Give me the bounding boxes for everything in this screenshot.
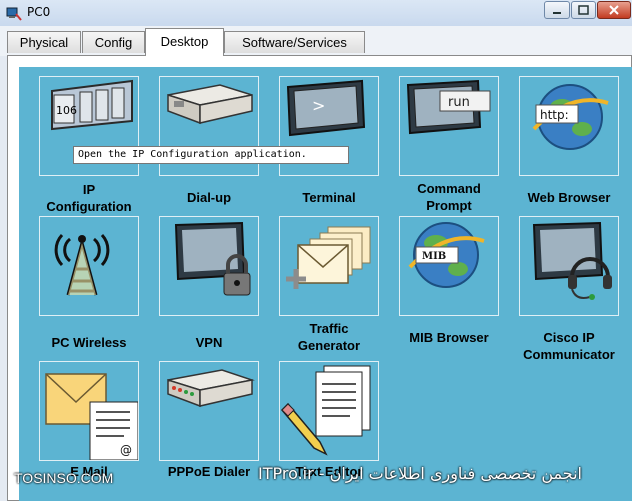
at-sign-text: @	[120, 443, 132, 457]
watermark-right-text: انجمن تخصصی فناوری اطلاعات ایران - ITPro…	[258, 464, 582, 483]
tab-bar: Physical Config Desktop Software/Service…	[0, 26, 632, 56]
maximize-icon	[578, 5, 589, 15]
packet-tracer-app-icon	[6, 7, 22, 21]
http-text: http:	[540, 108, 569, 122]
app-command-prompt[interactable]: run	[399, 76, 499, 176]
app-web-browser[interactable]: http:	[519, 76, 619, 176]
title-bar: PC0	[0, 0, 632, 26]
app-label-dial-up: Dial-up	[186, 190, 232, 205]
maximize-button[interactable]	[571, 1, 596, 19]
pppoe-modem-icon	[167, 369, 255, 408]
app-label-web-browser: Web Browser	[527, 190, 611, 205]
app-label-command-prompt: Command Prompt	[417, 181, 481, 213]
close-icon	[609, 5, 619, 15]
watermark: TOSINSO.COM انجمن تخصصی فناوری اطلاعات ا…	[0, 462, 632, 494]
app-label-mib-browser: MIB Browser	[409, 330, 489, 345]
app-pppoe-dialer[interactable]	[159, 361, 259, 461]
tab-config[interactable]: Config	[82, 31, 145, 53]
app-label-pc-wireless: PC Wireless	[51, 335, 127, 350]
ip-number-text: 106	[56, 104, 77, 117]
close-button[interactable]	[597, 1, 631, 19]
app-pc-wireless[interactable]	[39, 216, 139, 316]
app-label-terminal: Terminal	[302, 190, 356, 205]
terminal-prompt-text: >	[312, 96, 325, 115]
app-vpn[interactable]	[159, 216, 259, 316]
app-label-traffic-generator: Traffic Generator	[297, 321, 361, 353]
tab-software-services[interactable]: Software/Services	[224, 31, 365, 53]
app-label-cisco-ip-communicator: Cisco IP Communicator	[523, 330, 615, 362]
command-prompt-icon: run	[406, 79, 491, 135]
desktop-area: 106 IP Configuration Dial-up > Terminal …	[19, 67, 632, 501]
wireless-tower-icon	[54, 233, 110, 296]
pencil-document-icon	[280, 365, 371, 456]
app-text-editor[interactable]	[279, 361, 379, 461]
tab-physical[interactable]: Physical	[7, 31, 81, 53]
envelope-letter-icon: @	[45, 373, 138, 460]
watermark-left-text: TOSINSO.COM	[14, 470, 114, 486]
tooltip: Open the IP Configuration application.	[73, 146, 349, 164]
mib-globe-icon: MIB	[408, 222, 485, 288]
monitor-headset-icon	[532, 221, 612, 300]
app-cisco-ip-communicator[interactable]	[519, 216, 619, 316]
minimize-button[interactable]	[544, 1, 570, 19]
monitor-lock-icon	[174, 221, 251, 296]
app-traffic-generator[interactable]	[279, 216, 379, 316]
app-label-ip-configuration: IP Configuration	[46, 182, 132, 214]
envelopes-icon	[286, 226, 371, 289]
run-text: run	[448, 95, 470, 110]
minimize-icon	[553, 12, 561, 14]
globe-icon: http:	[532, 84, 609, 150]
app-email[interactable]: @	[39, 361, 139, 461]
app-mib-browser[interactable]: MIB	[399, 216, 499, 316]
mib-text: MIB	[422, 251, 446, 262]
window-title: PC0	[27, 5, 51, 19]
app-label-vpn: VPN	[195, 335, 223, 350]
tab-desktop[interactable]: Desktop	[145, 28, 224, 56]
